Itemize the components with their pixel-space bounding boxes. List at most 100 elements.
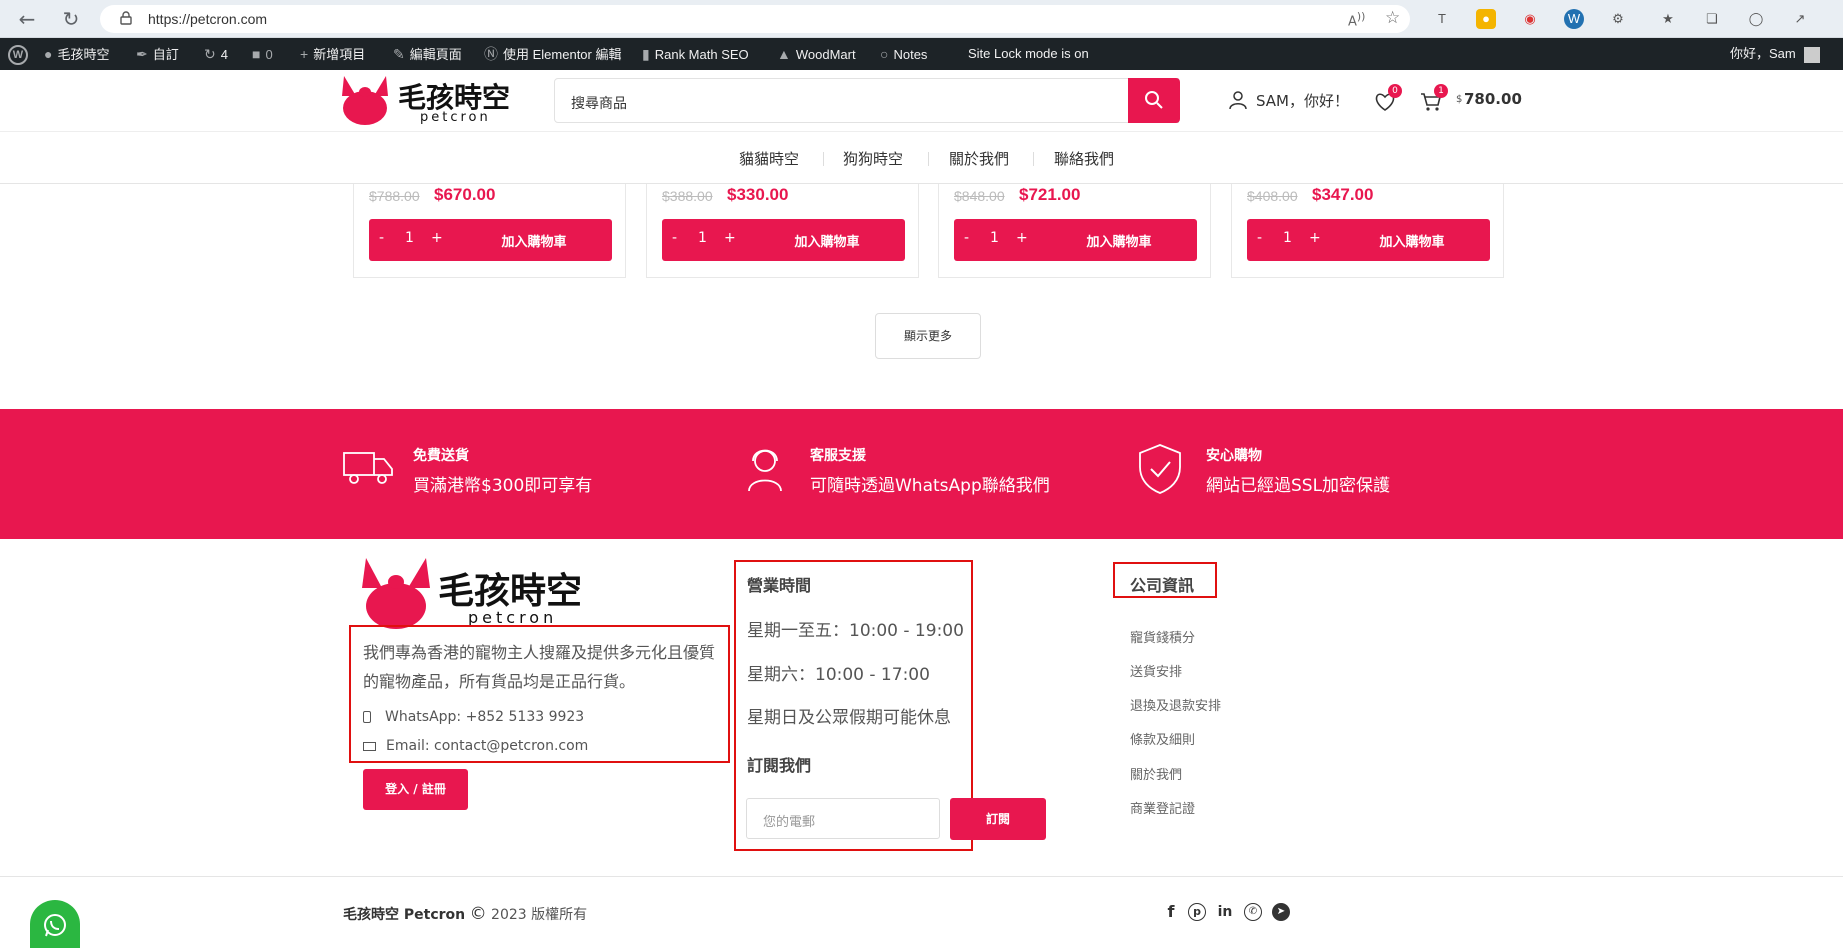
telegram-icon[interactable]: ➤ [1272, 903, 1290, 921]
old-price: $848.00 [954, 188, 1005, 204]
qty-input[interactable]: 1 [1283, 230, 1292, 246]
nav-item-about[interactable]: 關於我們 [949, 148, 1009, 169]
footer-link-about[interactable]: 關於我們 [1130, 764, 1182, 783]
sale-price: $330.00 [727, 185, 789, 204]
add-to-cart-button[interactable]: 加入購物車 [757, 231, 897, 250]
add-to-cart-button[interactable]: 加入購物車 [464, 231, 604, 250]
qty-increase-button[interactable]: + [724, 230, 736, 246]
collections-icon[interactable]: ❏ [1702, 9, 1722, 29]
back-icon[interactable]: ← [14, 7, 40, 31]
old-price: $388.00 [662, 188, 713, 204]
feature-description: 買滿港幣$300即可享有 [413, 476, 593, 496]
wishlist-count-badge: 0 [1388, 84, 1402, 98]
address-bar[interactable]: https://petcron.com A)) ☆ [100, 5, 1410, 33]
admin-elementor[interactable]: Ⓝ 使用 Elementor 編輯 [484, 38, 621, 70]
subscribe-email-input[interactable]: 您的電郵 [746, 798, 940, 839]
truck-icon [343, 452, 393, 484]
search-input[interactable]: 搜尋商品 [554, 78, 1179, 123]
share-icon[interactable]: ↗ [1790, 9, 1810, 29]
shield-check-icon [1139, 444, 1181, 494]
rank-math-icon: ▮ [642, 46, 650, 62]
wishlist-button[interactable]: 0 [1374, 84, 1402, 112]
product-card: $848.00 $721.00 - 1 + 加入購物車 [938, 184, 1211, 278]
admin-customize[interactable]: ✒ 自訂 [136, 38, 179, 70]
footer-email: Email: contact@petcron.com [363, 738, 588, 754]
whatsapp-icon[interactable]: ✆ [1244, 903, 1262, 921]
refresh-icon[interactable]: ↻ [58, 7, 84, 31]
subscribe-button[interactable]: 訂閱 [950, 798, 1046, 840]
footer-link-delivery[interactable]: 送貨安排 [1130, 661, 1182, 680]
hours-line: 星期一至五：10:00 - 19:00 [747, 621, 964, 641]
sale-price: $670.00 [434, 185, 496, 204]
extension-icon[interactable]: ● [1476, 9, 1496, 29]
nav-item-contact[interactable]: 聯絡我們 [1054, 148, 1114, 169]
wordpress-extension-icon[interactable]: W [1564, 9, 1584, 29]
whatsapp-float-button[interactable] [30, 900, 80, 948]
read-aloud-icon[interactable]: A)) [1348, 10, 1365, 29]
wordpress-logo-icon[interactable]: W [8, 38, 28, 70]
footer-about-text: 我們專為香港的寵物主人搜羅及提供多元化且優質的寵物產品，所有貨品均是正品行貨。 [363, 643, 716, 691]
admin-site-name[interactable]: ● 毛孩時空 [44, 38, 109, 70]
hours-line: 星期日及公眾假期可能休息 [747, 708, 951, 728]
footer-link-points[interactable]: 寵貨錢積分 [1130, 627, 1195, 646]
search-button[interactable] [1128, 78, 1180, 123]
admin-woodmart[interactable]: ▲ WoodMart [777, 38, 856, 70]
linkedin-icon[interactable]: in [1216, 903, 1234, 921]
brush-icon: ✒ [136, 46, 148, 62]
favorite-icon[interactable]: ☆ [1385, 8, 1400, 28]
qty-decrease-button[interactable]: - [672, 230, 677, 246]
copyright-bar: 毛孩時空 Petcron © 2023 版權所有 f p in ✆ ➤ [0, 876, 1843, 948]
add-to-cart-group: - 1 + 加入購物車 [1247, 219, 1490, 261]
nav-item-dogs[interactable]: 狗狗時空 [843, 148, 903, 169]
admin-notes[interactable]: ○ Notes [880, 38, 927, 70]
product-card: $388.00 $330.00 - 1 + 加入購物車 [646, 184, 919, 278]
qty-increase-button[interactable]: + [431, 230, 443, 246]
cart-currency: $ [1456, 94, 1463, 105]
favorites-icon[interactable]: ★ [1658, 9, 1678, 29]
footer-logo: 毛孩時空 petcron [362, 556, 594, 630]
subscribe-title: 訂閱我們 [747, 756, 812, 775]
admin-rank-math[interactable]: ▮ Rank Math SEO [642, 38, 749, 70]
qty-decrease-button[interactable]: - [964, 230, 969, 246]
pinterest-icon[interactable]: p [1188, 903, 1206, 921]
facebook-icon[interactable]: f [1162, 903, 1180, 921]
footer-link-registration[interactable]: 商業登記證 [1130, 798, 1195, 817]
translate-extension-icon[interactable]: T [1432, 9, 1452, 29]
add-to-cart-button[interactable]: 加入購物車 [1049, 231, 1189, 250]
admin-edit-page[interactable]: ✎ 編輯頁面 [393, 38, 462, 70]
login-register-button[interactable]: 登入 / 註冊 [363, 769, 468, 810]
admin-comments[interactable]: ■ 0 [252, 38, 273, 70]
footer-link-returns[interactable]: 退換及退款安排 [1130, 695, 1221, 714]
qty-decrease-button[interactable]: - [1257, 230, 1262, 246]
add-to-cart-group: - 1 + 加入購物車 [662, 219, 905, 261]
admin-site-lock[interactable]: Site Lock mode is on [968, 38, 1089, 70]
qty-increase-button[interactable]: + [1309, 230, 1321, 246]
feature-title: 安心購物 [1206, 448, 1262, 464]
sale-price: $347.00 [1312, 185, 1374, 204]
url-text: https://petcron.com [148, 11, 268, 27]
footer-link-terms[interactable]: 條款及細則 [1130, 729, 1195, 748]
old-price: $788.00 [369, 188, 420, 204]
puzzle-icon[interactable]: ⚙ [1608, 9, 1628, 29]
qty-input[interactable]: 1 [698, 230, 707, 246]
feature-description: 網站已經過SSL加密保護 [1206, 476, 1391, 496]
nav-separator [928, 152, 929, 166]
add-to-cart-button[interactable]: 加入購物車 [1342, 231, 1482, 250]
browser-essentials-icon[interactable]: ◯ [1746, 9, 1766, 29]
qty-increase-button[interactable]: + [1016, 230, 1028, 246]
qty-input[interactable]: 1 [990, 230, 999, 246]
record-extension-icon[interactable]: ◉ [1520, 9, 1540, 29]
wp-admin-bar: W ● 毛孩時空 ✒ 自訂 ↻ 4 ■ 0 + 新增項目 ✎ 編輯頁面 Ⓝ 使用 Elemen… [0, 38, 1843, 70]
site-logo[interactable]: 毛孩時空 petcron [340, 74, 520, 128]
lock-icon [120, 11, 132, 25]
admin-updates[interactable]: ↻ 4 [204, 38, 228, 70]
admin-new-item[interactable]: + 新增項目 [300, 38, 365, 70]
qty-input[interactable]: 1 [405, 230, 414, 246]
nav-item-cats[interactable]: 貓貓時空 [739, 148, 799, 169]
qty-decrease-button[interactable]: - [379, 230, 384, 246]
show-more-button[interactable]: 顯示更多 [875, 313, 981, 359]
phone-icon [363, 711, 371, 723]
cart-button[interactable]: 1 $ 780.00 [1420, 84, 1522, 112]
admin-greeting[interactable]: 你好，Sam [1730, 38, 1820, 70]
add-to-cart-group: - 1 + 加入購物車 [369, 219, 612, 261]
